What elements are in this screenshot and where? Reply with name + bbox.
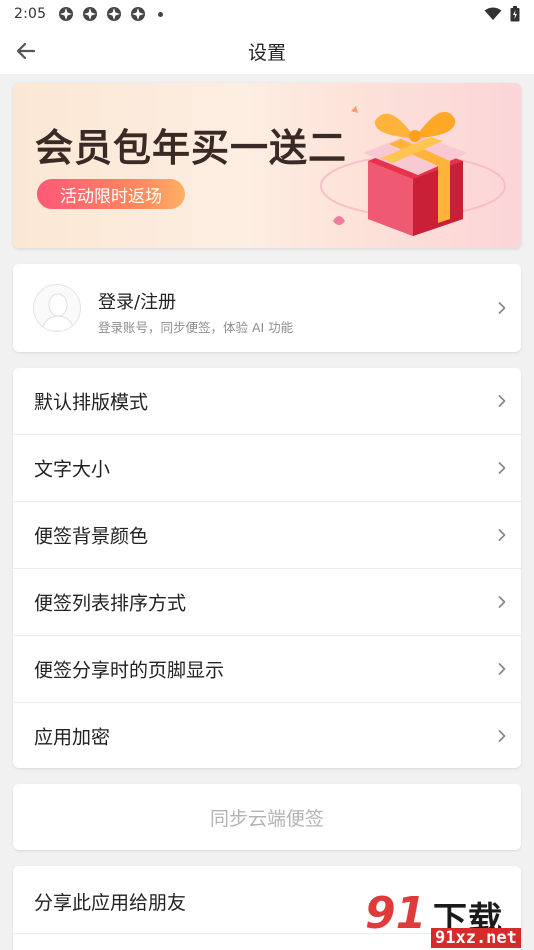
status-time: 2:05 [14, 6, 47, 22]
chevron-right-icon [498, 730, 506, 742]
user-placeholder-icon [41, 293, 75, 331]
menu-item-label: 文字大小 [34, 458, 111, 481]
chevron-right-icon [498, 596, 506, 608]
sync-cloud-button[interactable]: 同步云端便签 [13, 784, 521, 850]
arrow-left-icon [16, 42, 36, 60]
watermark-number: 91 [365, 888, 427, 939]
app-bar: 设置 [0, 28, 534, 74]
login-title: 登录/注册 [98, 292, 177, 313]
app-icon [83, 7, 98, 21]
gift-box-icon [320, 106, 506, 236]
menu-item-list-sort-order[interactable]: 便签列表排序方式 [13, 569, 521, 636]
banner-headline: 会员包年买一送二 [35, 126, 348, 170]
settings-menu: 默认排版模式 文字大小 便签背景颜色 便签列表排序方式 便签分享时的页脚显示 应… [13, 368, 521, 768]
menu-item-label: 便签分享时的页脚显示 [34, 659, 225, 682]
status-bar: 2:05 [0, 0, 534, 28]
site-watermark: 91 下载站 91xz.net [365, 888, 534, 950]
menu-item-label: 默认排版模式 [34, 391, 149, 414]
chevron-right-icon [498, 663, 506, 675]
app-icon [59, 7, 74, 21]
chevron-right-icon [498, 529, 506, 541]
watermark-url: 91xz.net [431, 928, 521, 948]
menu-item-share-footer[interactable]: 便签分享时的页脚显示 [13, 636, 521, 703]
login-subtitle: 登录账号，同步便签，体验 AI 功能 [98, 320, 294, 335]
menu-item-layout-mode[interactable]: 默认排版模式 [13, 368, 521, 435]
back-button[interactable] [12, 37, 40, 65]
wifi-icon [484, 7, 502, 20]
chevron-right-icon [498, 462, 506, 474]
menu-item-label: 分享此应用给朋友 [34, 892, 187, 914]
sync-cloud-label: 同步云端便签 [209, 807, 324, 830]
app-icon [107, 7, 122, 21]
banner-cta-button[interactable]: 活动限时返场 [37, 179, 185, 209]
chevron-right-icon [498, 395, 506, 407]
menu-item-label: 便签背景颜色 [34, 525, 149, 548]
app-icon [131, 7, 146, 21]
menu-item-label: 应用加密 [34, 726, 111, 748]
menu-item-label: 便签列表排序方式 [34, 592, 187, 615]
menu-item-app-lock[interactable]: 应用加密 [13, 703, 521, 768]
avatar [33, 284, 81, 332]
more-notifications-dot [158, 11, 164, 17]
menu-item-font-size[interactable]: 文字大小 [13, 435, 521, 502]
login-card[interactable]: 登录/注册 登录账号，同步便签，体验 AI 功能 [13, 264, 521, 352]
battery-icon [510, 6, 520, 22]
page-title: 设置 [247, 41, 286, 64]
chevron-right-icon [498, 302, 506, 314]
promo-banner[interactable]: 会员包年买一送二 活动限时返场 [13, 83, 521, 248]
menu-item-background-color[interactable]: 便签背景颜色 [13, 502, 521, 569]
